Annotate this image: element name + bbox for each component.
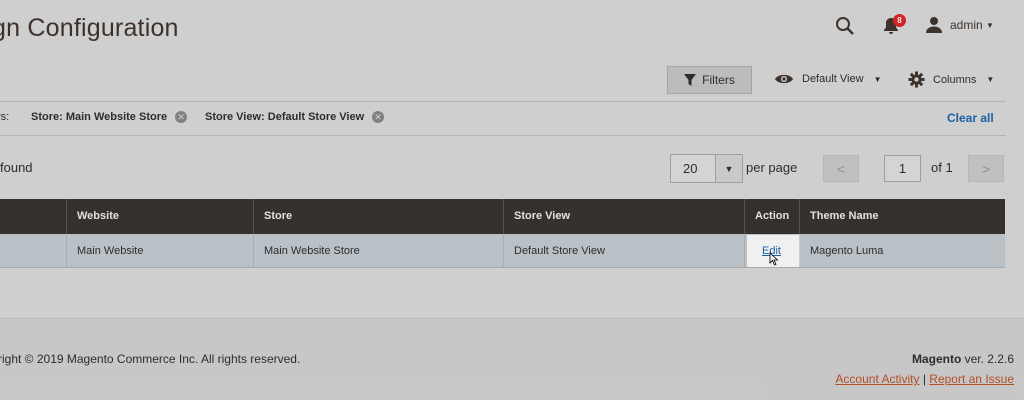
version-number: ver. 2.2.6 — [964, 352, 1014, 366]
grid-header-store-view[interactable]: Store View — [504, 199, 745, 234]
eye-icon — [775, 74, 793, 84]
columns-dropdown[interactable]: Columns ▼ — [908, 71, 994, 88]
chevron-down-icon: ▼ — [873, 74, 882, 84]
per-page-select[interactable]: 20 ▼ — [670, 154, 743, 183]
grid-header-store[interactable]: Store — [254, 199, 504, 234]
copyright-text: right © 2019 Magento Commerce Inc. All r… — [0, 352, 301, 366]
close-icon[interactable]: ✕ — [372, 111, 385, 123]
grid-header-theme-name[interactable]: Theme Name — [800, 199, 1005, 234]
divider — [0, 101, 1006, 102]
chevron-down-icon[interactable]: ▼ — [715, 155, 742, 182]
search-icon[interactable] — [835, 16, 855, 36]
gear-icon — [908, 71, 925, 88]
chevron-down-icon: ▼ — [986, 75, 995, 84]
records-found-text: found — [0, 160, 33, 175]
filters-button[interactable]: Filters — [667, 66, 752, 94]
page-total-text: of 1 — [931, 160, 953, 175]
report-issue-link[interactable]: Report an Issue — [929, 372, 1014, 386]
grid-header-cell[interactable] — [0, 199, 67, 234]
next-page-button[interactable]: > — [968, 155, 1004, 182]
brand-name: Magento — [911, 352, 962, 366]
close-icon[interactable]: ✕ — [175, 111, 188, 123]
table-cell-store: Main Website Store — [254, 234, 504, 268]
mouse-cursor-icon — [769, 252, 779, 266]
grid-header-website[interactable]: Website — [67, 199, 254, 234]
version-text: Magento ver. 2.2.6 — [912, 352, 1014, 366]
user-name[interactable]: admin — [950, 18, 983, 32]
page-number-input[interactable]: 1 — [884, 155, 921, 182]
link-separator: | — [922, 372, 926, 386]
columns-label: Columns — [933, 73, 977, 86]
previous-page-button[interactable]: < — [823, 155, 859, 182]
filter-chip-label: Store: Main Website Store — [31, 111, 168, 123]
filter-chip-label: Store View: Default Store View — [205, 111, 365, 123]
footer-links: Account Activity | Report an Issue — [835, 372, 1014, 386]
active-filters-label: rs: — [0, 111, 10, 123]
user-icon[interactable] — [925, 16, 943, 34]
chevron-down-icon[interactable]: ▼ — [986, 21, 994, 30]
default-view-dropdown[interactable]: Default View ▼ — [774, 72, 881, 86]
divider — [0, 135, 1006, 136]
account-activity-link[interactable]: Account Activity — [835, 372, 919, 386]
notification-badge: 8 — [893, 14, 906, 27]
chevron-right-icon: > — [981, 160, 991, 177]
funnel-icon — [684, 74, 697, 86]
per-page-label: per page — [746, 160, 798, 175]
default-view-label: Default View — [802, 73, 864, 85]
filters-label: Filters — [702, 73, 735, 87]
table-cell-theme: Magento Luma — [810, 245, 884, 257]
table-cell — [0, 234, 67, 268]
chevron-left-icon: < — [836, 160, 846, 177]
grid-header-row: Website Store Store View Action Theme Na… — [0, 199, 1005, 234]
clear-all-link[interactable]: Clear all — [947, 111, 994, 125]
grid-header-action: Action — [745, 199, 800, 234]
table-cell-store-view: Default Store View — [504, 234, 745, 268]
filter-chip-store-view: Store View: Default Store View ✕ — [205, 111, 385, 123]
per-page-value: 20 — [683, 161, 698, 176]
filter-chip-store: Store: Main Website Store ✕ — [31, 111, 188, 123]
page-title: gn Configuration — [0, 14, 179, 42]
data-grid: Website Store Store View Action Theme Na… — [0, 199, 1005, 268]
table-row[interactable]: Main Website Main Website Store Default … — [0, 234, 1005, 268]
table-cell-website: Main Website — [67, 234, 254, 268]
